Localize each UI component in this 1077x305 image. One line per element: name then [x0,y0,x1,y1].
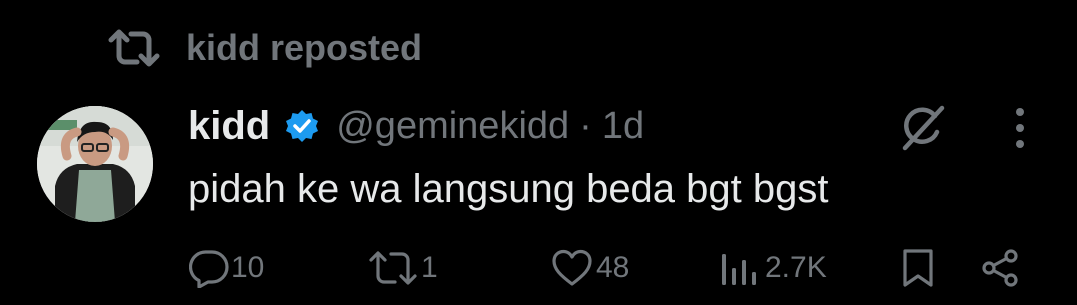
bookmark-button[interactable] [901,246,935,290]
reply-icon [189,248,229,288]
views-count: 2.7K [765,251,827,284]
views-button[interactable]: 2.7K [719,246,827,290]
reply-count: 10 [231,251,265,284]
bookmark-icon [901,248,935,288]
grok-icon [895,102,947,159]
author-handle[interactable]: @geminekidd [336,107,569,145]
author-name[interactable]: kidd [188,106,270,146]
repost-icon [108,28,160,68]
avatar[interactable] [37,106,153,222]
repost-count: 1 [421,251,438,284]
share-icon [978,248,1022,288]
share-button[interactable] [978,246,1022,290]
verified-badge-icon[interactable] [284,108,320,144]
separator-dot: · [579,105,592,147]
grok-button[interactable] [893,102,949,158]
more-options-button[interactable] [1000,104,1040,156]
like-count: 48 [596,251,630,284]
tweet-header: kidd @geminekidd · 1d [188,103,644,149]
repost-label[interactable]: kidd reposted [186,30,422,66]
repost-button[interactable]: 1 [367,246,438,290]
repost-banner[interactable]: kidd reposted [108,26,422,70]
heart-icon [550,248,594,288]
tweet-text: pidah ke wa langsung beda bgt bgst [188,167,829,211]
repost-icon [367,248,419,288]
views-icon [719,248,763,288]
timestamp[interactable]: 1d [602,107,644,145]
more-icon [1015,107,1025,154]
like-button[interactable]: 48 [550,246,629,290]
reply-button[interactable]: 10 [189,246,264,290]
